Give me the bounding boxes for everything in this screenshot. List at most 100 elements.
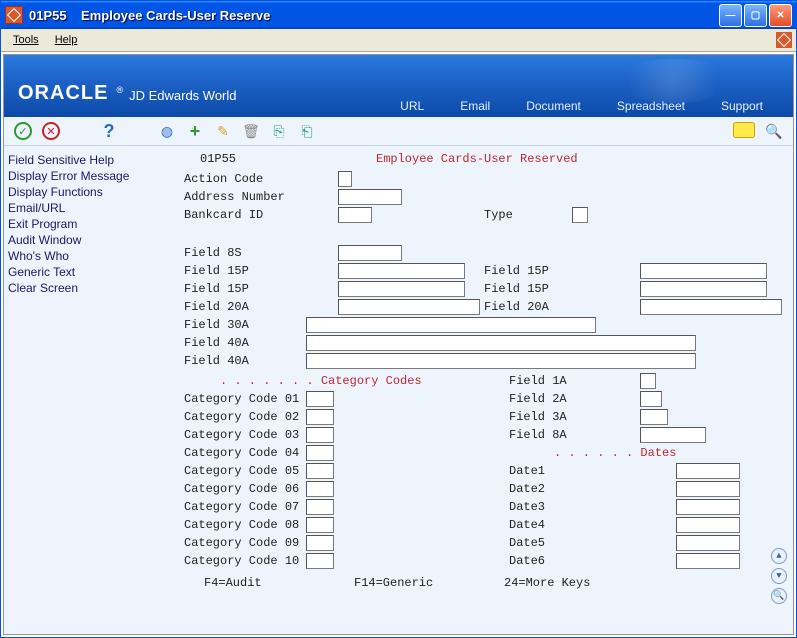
section-category-codes: . . . . . . . Category Codes bbox=[220, 374, 422, 388]
sidebar-item[interactable]: Field Sensitive Help bbox=[8, 152, 170, 168]
link-document[interactable]: Document bbox=[526, 99, 581, 113]
search-icon[interactable]: 🔍 bbox=[765, 122, 783, 140]
screen-id: 01P55 bbox=[200, 152, 236, 166]
input-f1a[interactable] bbox=[640, 373, 656, 389]
side-nav-icons: ▲ ▼ 🔍 bbox=[771, 548, 787, 604]
zoom-icon[interactable]: 🔍 bbox=[771, 588, 787, 604]
input-f8a[interactable] bbox=[640, 427, 706, 443]
lbl-cat10: Category Code 10 bbox=[184, 554, 299, 568]
toolbar: ✓ ✕ ? ◍ + ✎ 🗑 ⎘ ⎗ 🔍 bbox=[4, 117, 793, 146]
input-f20a-r[interactable] bbox=[640, 299, 782, 315]
menu-help[interactable]: Help bbox=[47, 32, 86, 48]
input-f40a-1[interactable] bbox=[306, 335, 696, 351]
edit-icon[interactable]: ✎ bbox=[214, 122, 232, 140]
menu-tools[interactable]: Tools bbox=[5, 32, 47, 48]
close-button[interactable]: ✕ bbox=[769, 4, 792, 27]
lbl-f2a: Field 2A bbox=[509, 392, 567, 406]
lbl-f20a-l: Field 20A bbox=[184, 300, 249, 314]
input-date4[interactable] bbox=[676, 517, 740, 533]
maximize-button[interactable]: ▢ bbox=[744, 4, 767, 27]
input-cat02[interactable] bbox=[306, 409, 334, 425]
lbl-action-code: Action Code bbox=[184, 172, 263, 186]
input-f15p-1r[interactable] bbox=[640, 263, 767, 279]
delete-icon[interactable]: 🗑 bbox=[242, 122, 260, 140]
input-date6[interactable] bbox=[676, 553, 740, 569]
input-f15p-2r[interactable] bbox=[640, 281, 767, 297]
help-icon[interactable]: ? bbox=[100, 122, 118, 140]
ok-icon[interactable]: ✓ bbox=[14, 122, 32, 140]
lbl-date2: Date2 bbox=[509, 482, 545, 496]
minimize-button[interactable]: — bbox=[719, 4, 742, 27]
input-address-number[interactable] bbox=[338, 189, 402, 205]
input-cat09[interactable] bbox=[306, 535, 334, 551]
title-code: 01P55 bbox=[29, 8, 67, 23]
sidebar-item[interactable]: Display Functions bbox=[8, 184, 170, 200]
sidebar-item[interactable]: Generic Text bbox=[8, 264, 170, 280]
lbl-bankcard-id: Bankcard ID bbox=[184, 208, 263, 222]
input-cat03[interactable] bbox=[306, 427, 334, 443]
lbl-f20a-r: Field 20A bbox=[484, 300, 549, 314]
lbl-type: Type bbox=[484, 208, 513, 222]
input-type[interactable] bbox=[572, 207, 588, 223]
sidebar-item[interactable]: Email/URL bbox=[8, 200, 170, 216]
banner-decoration bbox=[613, 59, 733, 103]
scroll-up-icon[interactable]: ▲ bbox=[771, 548, 787, 564]
lbl-f15p-2r: Field 15P bbox=[484, 282, 549, 296]
sidebar-item[interactable]: Display Error Message bbox=[8, 168, 170, 184]
input-date3[interactable] bbox=[676, 499, 740, 515]
lbl-cat09: Category Code 09 bbox=[184, 536, 299, 550]
lbl-cat05: Category Code 05 bbox=[184, 464, 299, 478]
brand-reg: ® bbox=[116, 85, 123, 95]
scroll-down-icon[interactable]: ▼ bbox=[771, 568, 787, 584]
input-date2[interactable] bbox=[676, 481, 740, 497]
note-icon[interactable] bbox=[733, 122, 755, 138]
lbl-date5: Date5 bbox=[509, 536, 545, 550]
sidebar-item[interactable]: Audit Window bbox=[8, 232, 170, 248]
link-email[interactable]: Email bbox=[460, 99, 490, 113]
input-f40a-2[interactable] bbox=[306, 353, 696, 369]
lbl-f15p-1r: Field 15P bbox=[484, 264, 549, 278]
input-f2a[interactable] bbox=[640, 391, 662, 407]
export-icon[interactable]: ⎘ bbox=[270, 122, 288, 140]
input-cat04[interactable] bbox=[306, 445, 334, 461]
input-cat10[interactable] bbox=[306, 553, 334, 569]
input-f30a[interactable] bbox=[306, 317, 596, 333]
brand-sub: JD Edwards World bbox=[129, 88, 236, 103]
window-title: 01P55 Employee Cards-User Reserve bbox=[29, 8, 719, 23]
link-support[interactable]: Support bbox=[721, 99, 763, 113]
input-f15p-2l[interactable] bbox=[338, 281, 465, 297]
footer-f4: F4=Audit bbox=[204, 576, 262, 590]
input-date5[interactable] bbox=[676, 535, 740, 551]
sidebar-item[interactable]: Exit Program bbox=[8, 216, 170, 232]
lbl-date6: Date6 bbox=[509, 554, 545, 568]
sidebar-item[interactable]: Who's Who bbox=[8, 248, 170, 264]
input-f3a[interactable] bbox=[640, 409, 668, 425]
add-icon[interactable]: + bbox=[186, 122, 204, 140]
sidebar-item[interactable]: Clear Screen bbox=[8, 280, 170, 296]
inner-frame: ORACLE ® JD Edwards World URL Email Docu… bbox=[3, 54, 794, 635]
lbl-date1: Date1 bbox=[509, 464, 545, 478]
input-f20a-l[interactable] bbox=[338, 299, 480, 315]
input-action-code[interactable] bbox=[338, 171, 352, 187]
input-cat01[interactable] bbox=[306, 391, 334, 407]
input-cat06[interactable] bbox=[306, 481, 334, 497]
input-f15p-1l[interactable] bbox=[338, 263, 465, 279]
input-cat07[interactable] bbox=[306, 499, 334, 515]
sidebar: Field Sensitive Help Display Error Messa… bbox=[4, 146, 174, 634]
input-date1[interactable] bbox=[676, 463, 740, 479]
info-icon[interactable]: ◍ bbox=[158, 122, 176, 140]
lbl-cat04: Category Code 04 bbox=[184, 446, 299, 460]
screen-title: Employee Cards-User Reserved bbox=[376, 152, 578, 166]
import-icon[interactable]: ⎗ bbox=[298, 122, 316, 140]
lbl-f8a: Field 8A bbox=[509, 428, 567, 442]
cancel-icon[interactable]: ✕ bbox=[42, 122, 60, 140]
section-dates: . . . . . . Dates bbox=[554, 446, 676, 460]
banner-links: URL Email Document Spreadsheet Support bbox=[400, 99, 763, 113]
input-cat08[interactable] bbox=[306, 517, 334, 533]
link-url[interactable]: URL bbox=[400, 99, 424, 113]
input-cat05[interactable] bbox=[306, 463, 334, 479]
lbl-cat08: Category Code 08 bbox=[184, 518, 299, 532]
link-spreadsheet[interactable]: Spreadsheet bbox=[617, 99, 685, 113]
input-f8s[interactable] bbox=[338, 245, 402, 261]
input-bankcard-id[interactable] bbox=[338, 207, 372, 223]
